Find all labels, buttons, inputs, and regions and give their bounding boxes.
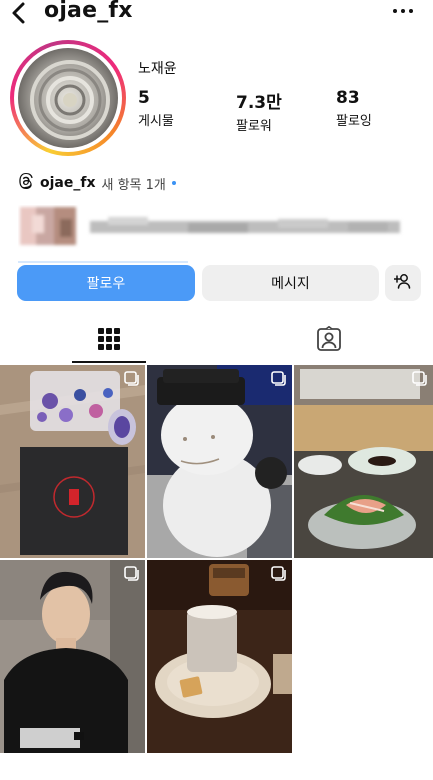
post-tile-2[interactable]: [147, 365, 292, 558]
threads-logo-icon: [18, 173, 34, 193]
avatar[interactable]: [18, 48, 118, 148]
message-button[interactable]: 메시지: [202, 265, 379, 301]
stat-posts[interactable]: 5 게시물: [138, 88, 174, 129]
unread-dot: [171, 181, 176, 185]
stat-posts-label: 게시물: [138, 114, 174, 129]
tagged-person-icon: [316, 326, 342, 356]
threads-handle: ojae_fx: [40, 175, 96, 191]
threads-new-items: 새 항목 1개: [101, 177, 166, 193]
tab-posts-grid[interactable]: [72, 318, 146, 364]
more-dots-icon[interactable]: [393, 4, 417, 18]
stat-followers[interactable]: 7.3만 팔로워: [236, 88, 282, 134]
profile-header: ojae_fx: [0, 0, 433, 28]
story-progress-line: [18, 261, 188, 263]
active-tab-indicator: [72, 361, 146, 363]
grid-icon: [98, 328, 120, 354]
multiple-posts-icon: [124, 371, 139, 386]
multiple-posts-icon: [271, 371, 286, 386]
multiple-posts-icon: [412, 371, 427, 386]
display-name: 노재윤: [138, 61, 177, 77]
tab-tagged[interactable]: [292, 318, 366, 364]
header-username: ojae_fx: [44, 0, 133, 23]
back-chevron-icon[interactable]: [8, 1, 30, 25]
post-tile-4[interactable]: [0, 560, 145, 753]
blurred-bio: [18, 205, 408, 249]
post-tile-1[interactable]: [0, 365, 145, 558]
stat-following-count: 83: [336, 88, 360, 108]
story-ring[interactable]: [10, 40, 126, 156]
threads-badge[interactable]: ojae_fx 새 항목 1개: [18, 172, 176, 194]
stat-posts-count: 5: [138, 88, 150, 108]
follow-button[interactable]: 팔로우: [17, 265, 195, 301]
stat-following-label: 팔로잉: [336, 114, 372, 129]
stat-followers-label: 팔로워: [236, 119, 272, 134]
post-tile-5[interactable]: [147, 560, 292, 753]
suggested-users-button[interactable]: [385, 265, 421, 301]
stat-followers-count: 7.3만: [236, 93, 282, 113]
add-person-icon: [393, 273, 412, 293]
post-tile-3[interactable]: [294, 365, 433, 558]
multiple-posts-icon: [271, 566, 286, 581]
stat-following[interactable]: 83 팔로잉: [336, 88, 372, 129]
multiple-posts-icon: [124, 566, 139, 581]
